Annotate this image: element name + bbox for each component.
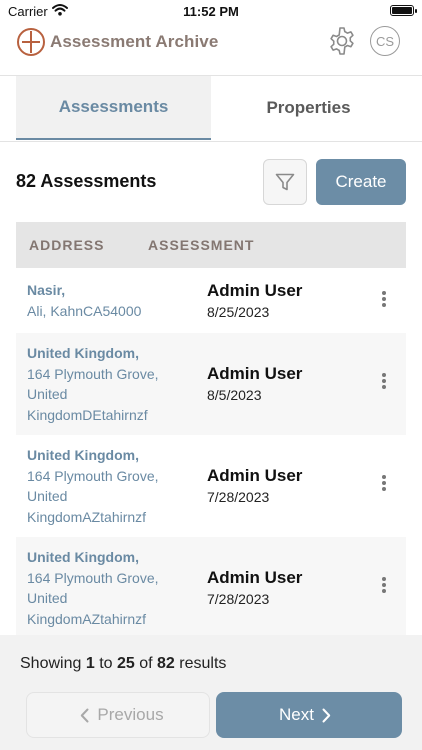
pagination-footer: Showing 1 to 25 of 82 results Previous N… [0,635,422,750]
previous-label: Previous [97,705,164,724]
table-row[interactable]: United Kingdom, 164 Plymouth Grove, Unit… [16,537,406,639]
app-logo: Assessment Archive [16,27,218,57]
address-line-1: United Kingdom, [27,549,139,565]
row-assessment: Admin User 8/25/2023 [207,281,302,320]
summary-to: 25 [116,655,135,672]
summary-showing: Showing [20,655,82,672]
row-assessment: Admin User 8/5/2023 [207,364,302,403]
assessment-date: 7/28/2023 [207,591,270,607]
tab-properties[interactable]: Properties [211,76,406,140]
assessor-name: Admin User [207,466,303,485]
assessment-date: 7/28/2023 [207,489,270,505]
chevron-left-icon [81,708,89,722]
address-line-1: Nasir, [27,282,66,298]
address-line-2: 164 Plymouth Grove, United KingdomDEtahi… [27,365,159,423]
assessor-name: Admin User [207,281,303,300]
address-line-2: 164 Plymouth Grove, United KingdomAZtahi… [27,569,159,627]
address-line-1: United Kingdom, [27,447,139,463]
row-address: Nasir, Ali, KahnCA54000 [27,280,187,321]
create-button[interactable]: Create [316,159,406,205]
table-row[interactable]: United Kingdom, 164 Plymouth Grove, Unit… [16,435,406,537]
row-address: United Kingdom, 164 Plymouth Grove, Unit… [27,445,187,527]
clock: 11:52 PM [183,4,239,19]
assessor-name: Admin User [207,364,303,383]
app-name: Assessment Archive [50,32,219,51]
gear-icon[interactable] [326,25,358,57]
tab-assessments[interactable]: Assessments [16,76,211,140]
table-row[interactable]: United Kingdom, 164 Plymouth Grove, Unit… [16,333,406,435]
assessment-date: 8/25/2023 [207,304,270,320]
assessment-count: 82 Assessments [16,171,157,191]
column-header-address: ADDRESS [29,237,105,253]
row-address: United Kingdom, 164 Plymouth Grove, Unit… [27,547,187,629]
more-vertical-icon[interactable] [378,371,390,391]
next-button[interactable]: Next [216,692,402,738]
summary-total: 82 [157,655,175,672]
assessment-date: 8/5/2023 [207,387,262,403]
battery-icon [390,5,417,16]
more-vertical-icon[interactable] [378,289,390,309]
previous-button[interactable]: Previous [26,692,210,738]
chevron-right-icon [322,708,331,722]
divider [0,141,422,142]
summary-to-word: to [99,655,113,672]
more-vertical-icon[interactable] [378,473,390,493]
tab-bar: Assessments Properties [16,76,406,140]
filter-icon [275,173,295,191]
column-header-assessment: ASSESSMENT [148,237,255,253]
summary-from: 1 [85,655,95,672]
assessor-name: Admin User [207,568,303,587]
results-summary: Showing 1 to 25 of 82 results [20,655,226,673]
avatar[interactable]: CS [370,26,400,56]
app-header: Assessment Archive CS [0,22,422,76]
address-line-2: Ali, KahnCA54000 [27,302,142,319]
table-header: ADDRESS ASSESSMENT [16,222,406,268]
summary-of-word: of [139,655,153,672]
row-assessment: Admin User 7/28/2023 [207,466,302,505]
more-vertical-icon[interactable] [378,575,390,595]
row-address: United Kingdom, 164 Plymouth Grove, Unit… [27,343,187,425]
table-row[interactable]: Nasir, Ali, KahnCA54000 Admin User 8/25/… [16,268,406,332]
logo-icon [17,28,45,56]
next-label: Next [279,705,314,724]
address-line-2: 164 Plymouth Grove, United KingdomAZtahi… [27,467,159,525]
filter-button[interactable] [263,159,307,205]
summary-results-word: results [179,655,227,672]
status-bar: Carrier 11:52 PM [0,0,422,22]
row-assessment: Admin User 7/28/2023 [207,568,302,607]
address-line-1: United Kingdom, [27,345,139,361]
